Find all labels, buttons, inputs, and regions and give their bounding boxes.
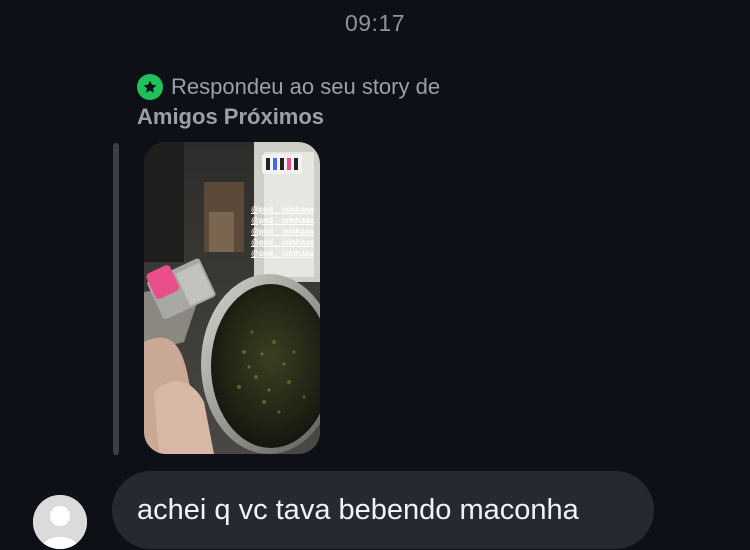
- story-thumbnail[interactable]: @pvd__isinhaax @pvd__isinhaax @pvd__isin…: [144, 142, 320, 454]
- reply-quote-bar: [113, 143, 119, 455]
- close-friends-star-icon: [137, 74, 163, 100]
- mention-tag: @pvd__isinhaax: [251, 249, 314, 258]
- default-avatar-icon: [33, 495, 87, 549]
- story-reply-label: Respondeu ao seu story de: [137, 74, 440, 100]
- message-timestamp: 09:17: [344, 10, 406, 36]
- mention-tag: @pvd__isinhaax: [251, 227, 314, 236]
- mention-tag: @pvd__isinhaax: [251, 238, 314, 247]
- mention-tag: @pvd__isinhaax: [251, 205, 314, 214]
- sender-avatar[interactable]: [33, 495, 87, 549]
- story-reply-text: Respondeu ao seu story de: [171, 74, 441, 99]
- mention-tag: @pvd__isinhaax: [251, 216, 314, 225]
- message-bubble[interactable]: achei q vc tava bebendo maconha: [112, 471, 654, 549]
- story-photo: [144, 142, 320, 454]
- message-text: achei q vc tava bebendo maconha: [137, 493, 579, 526]
- close-friends-label: Amigos Próximos: [137, 104, 325, 129]
- story-mention-stickers: @pvd__isinhaax @pvd__isinhaax @pvd__isin…: [251, 205, 314, 259]
- story-reply-header: Respondeu ao seu story de Amigos Próximo…: [137, 74, 440, 130]
